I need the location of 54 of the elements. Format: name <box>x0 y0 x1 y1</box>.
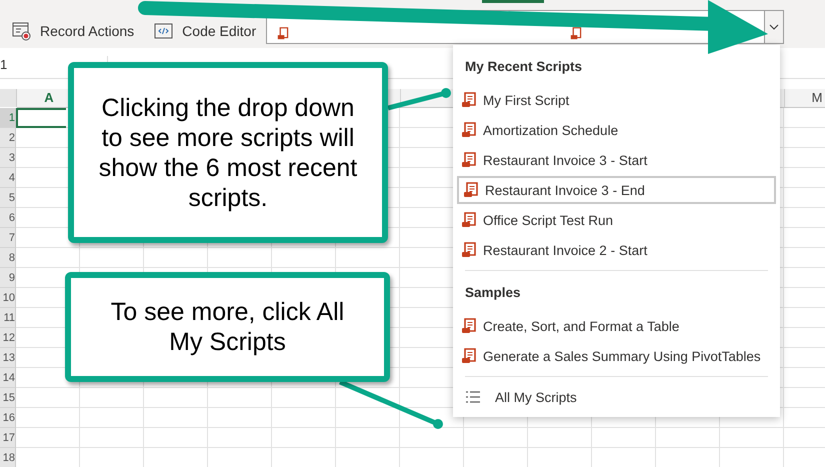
row-header[interactable]: 7 <box>0 228 16 248</box>
row-header[interactable]: 13 <box>0 348 16 368</box>
record-icon <box>12 21 32 41</box>
script-menu-item[interactable]: Office Script Test Run <box>457 206 776 234</box>
section-title: My Recent Scripts <box>464 58 584 76</box>
script-menu-item[interactable]: Restaurant Invoice 3 - Start <box>457 146 776 174</box>
selected-cell[interactable] <box>16 108 66 128</box>
script-icon <box>461 152 477 168</box>
row-header[interactable]: 2 <box>0 128 16 148</box>
list-icon <box>465 389 481 405</box>
script-icon <box>277 27 290 40</box>
script-menu-item[interactable]: Amortization Schedule <box>457 116 776 144</box>
row-header[interactable]: 10 <box>0 288 16 308</box>
script-icon <box>461 242 477 258</box>
row-header[interactable]: 16 <box>0 408 16 428</box>
script-icon <box>461 122 477 138</box>
code-icon <box>154 21 174 41</box>
script-menu-item[interactable]: Create, Sort, and Format a Table <box>457 312 776 340</box>
all-scripts-link[interactable]: All My Scripts <box>457 383 776 411</box>
row-header[interactable]: 6 <box>0 208 16 228</box>
script-menu-item[interactable]: Restaurant Invoice 3 - End <box>457 176 776 204</box>
row-header[interactable]: 17 <box>0 428 16 448</box>
script-menu-item[interactable]: Generate a Sales Summary Using PivotTables <box>457 342 776 370</box>
row-header[interactable]: 15 <box>0 388 16 408</box>
script-menu-item[interactable]: My First Script <box>457 86 776 114</box>
row-header[interactable]: 18 <box>0 448 16 467</box>
row-header[interactable]: 8 <box>0 248 16 268</box>
row-header[interactable]: 12 <box>0 328 16 348</box>
row-header[interactable]: 9 <box>0 268 16 288</box>
chevron-down-icon <box>769 22 779 32</box>
column-header[interactable]: M <box>812 90 822 105</box>
section-title: Samples <box>464 284 522 302</box>
row-header[interactable]: 4 <box>0 168 16 188</box>
callout-note: To see more, click All My Scripts <box>65 272 390 382</box>
toolbar-button[interactable]: Record Actions <box>4 17 142 45</box>
script-icon <box>461 318 477 334</box>
script-icon <box>463 182 479 198</box>
leader-line <box>387 88 451 110</box>
name-box[interactable]: 1 <box>0 57 8 73</box>
tab-indicator <box>482 0 544 3</box>
script-icon <box>461 348 477 364</box>
script-menu-item[interactable]: Restaurant Invoice 2 - Start <box>457 236 776 264</box>
toolbar-button[interactable]: Code Editor <box>146 17 264 45</box>
row-header[interactable]: 3 <box>0 148 16 168</box>
callout-note: Clicking the drop down to see more scripts will show the 6 most recent scripts. <box>68 62 388 243</box>
script-icon <box>570 27 583 40</box>
column-header[interactable]: A <box>44 90 54 105</box>
row-header[interactable]: 5 <box>0 188 16 208</box>
row-header[interactable]: 11 <box>0 308 16 328</box>
script-icon <box>461 92 477 108</box>
dropdown-button[interactable] <box>764 11 783 43</box>
row-header[interactable]: 1 <box>0 108 16 128</box>
script-icon <box>461 212 477 228</box>
row-header[interactable]: 14 <box>0 368 16 388</box>
